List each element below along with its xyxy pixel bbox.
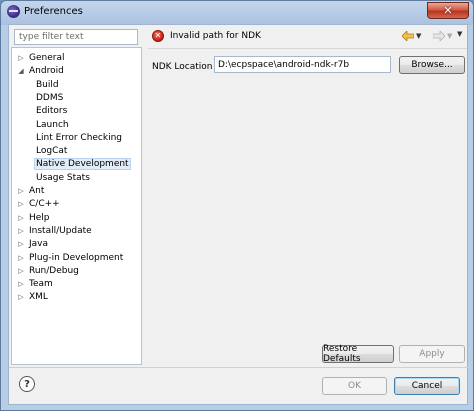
apply-button[interactable]: Apply [399,345,465,363]
header-divider [148,48,467,49]
tree-item[interactable]: Native Development [34,158,131,171]
tree-item-label: Build [36,79,59,90]
tree-item[interactable]: ▷ Java [16,238,48,251]
restore-defaults-button[interactable]: Restore Defaults [322,344,394,364]
error-icon: ✕ [152,30,164,42]
back-arrow-icon[interactable] [402,31,414,41]
preference-tree[interactable]: ▷ General ◢ Android Build DDMS Editors Launch Li… [11,47,142,365]
preference-page: ✕ Invalid path for NDK ▼ ▼ ▼ NDK Locatio… [148,27,467,365]
forward-arrow-icon [433,31,445,41]
tree-item[interactable]: ◢ Android [16,65,64,78]
collapsed-arrow-icon[interactable]: ▷ [16,278,26,291]
tree-item[interactable]: ▷ Install/Update [16,225,92,238]
ndk-location-label: NDK Location [152,62,213,72]
tree-item-label: General [29,53,65,63]
collapsed-arrow-icon[interactable]: ▷ [16,238,26,251]
title-bar[interactable]: Preferences ✕ [1,1,473,23]
collapsed-arrow-icon[interactable]: ▷ [16,252,26,265]
close-icon: ✕ [443,4,453,17]
tree-item[interactable]: Build [36,79,59,92]
tree-item-label: Ant [29,186,45,196]
ndk-location-input[interactable] [214,56,391,73]
ok-button[interactable]: OK [322,377,387,395]
help-icon[interactable]: ? [19,376,35,392]
preference-tree-pane: ▷General◢AndroidBuildDDMSEditorsLaunchLi… [11,27,142,365]
tree-item-label: Android [29,66,64,77]
tree-item-label: Native Development [34,158,131,171]
collapsed-arrow-icon[interactable]: ▷ [16,265,26,278]
page-header: ✕ Invalid path for NDK ▼ ▼ ▼ [148,27,467,47]
tree-item[interactable]: LogCat [36,145,67,158]
tree-item-label: Launch [36,119,69,130]
dialog-body: ▷General◢AndroidBuildDDMSEditorsLaunchLi… [8,24,469,405]
close-button[interactable]: ✕ [427,2,469,19]
tree-item[interactable]: ▷ Team [16,278,53,291]
tree-item[interactable]: ▷ Ant [16,185,44,198]
tree-item[interactable]: ▷ Help [16,212,50,225]
tree-item-label: Install/Update [29,225,92,236]
collapsed-arrow-icon[interactable]: ▷ [16,185,26,198]
tree-item[interactable]: ▷ Plug-in Development [16,252,123,265]
tree-item[interactable]: ▷ C/C++ [16,198,60,211]
tree-item-label: XML [29,292,48,303]
tree-item-label: DDMS [36,92,64,103]
tree-item-label: Run/Debug [29,265,79,276]
window-title: Preferences [24,6,83,17]
tree-item-label: Team [29,279,53,290]
tree-item[interactable]: ▷ XML [16,291,48,304]
cancel-button[interactable]: Cancel [394,377,460,395]
eclipse-app-icon [7,5,20,18]
tree-item[interactable]: DDMS [36,92,63,105]
collapsed-arrow-icon[interactable]: ▷ [16,291,26,304]
footer-divider [9,367,469,368]
tree-item[interactable]: Launch [36,119,69,132]
collapsed-arrow-icon[interactable]: ▷ [16,212,26,225]
collapsed-arrow-icon[interactable]: ▷ [16,52,26,65]
tree-item[interactable]: Lint Error Checking [36,132,122,145]
tree-item[interactable]: Usage Stats [36,172,90,185]
tree-item-label: Java [29,239,49,250]
tree-item[interactable]: Editors [36,105,67,118]
tree-item-label: Plug-in Development [29,252,124,263]
tree-item-label: Help [29,212,50,223]
collapsed-arrow-icon[interactable]: ▷ [16,198,26,211]
tree-item-label: Lint Error Checking [36,132,123,143]
tree-item-label: LogCat [36,146,68,157]
collapsed-arrow-icon[interactable]: ▷ [16,225,26,238]
page-message: Invalid path for NDK [170,31,261,41]
preferences-window: Preferences ✕ ▷General◢AndroidBuildDDMSE… [0,0,474,411]
browse-button[interactable]: Browse... [399,56,465,74]
filter-input[interactable] [14,29,138,45]
tree-item-label: C/C++ [29,199,60,210]
tree-item[interactable]: ▷ General [16,52,64,65]
tree-item-label: Editors [36,106,68,117]
view-menu-icon[interactable]: ▼ [457,30,462,38]
expanded-arrow-icon[interactable]: ◢ [16,65,26,78]
tree-item[interactable]: ▷ Run/Debug [16,265,79,278]
forward-dropdown-icon: ▼ [447,32,453,40]
tree-item-label: Usage Stats [36,172,90,183]
back-dropdown-icon[interactable]: ▼ [416,32,424,40]
